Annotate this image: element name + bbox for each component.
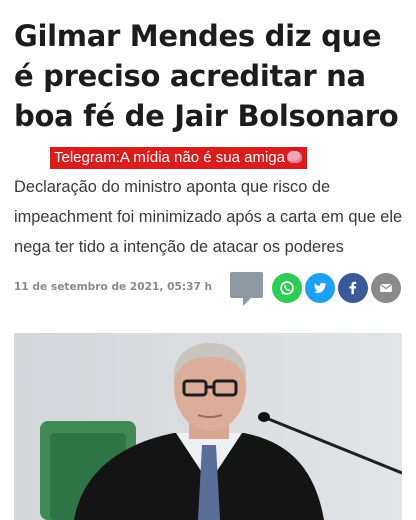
email-icon [380, 283, 392, 293]
article-headline: Gilmar Mendes diz que é preciso acredita… [14, 19, 399, 133]
facebook-share-button[interactable] [338, 273, 368, 303]
article-dateline: 11 de setembro de 2021, 05:37 h [14, 281, 213, 293]
twitter-share-button[interactable] [305, 273, 335, 303]
article-subtitle: Declaração do ministro aponta que risco … [14, 178, 403, 256]
comment-icon[interactable] [230, 272, 263, 306]
article-photo-illustration [14, 333, 402, 520]
whatsapp-icon [280, 281, 294, 295]
twitter-icon [313, 282, 327, 293]
telegram-banner-text: Telegram:A mídia não é sua amiga [54, 149, 285, 166]
facebook-icon [349, 281, 357, 295]
email-share-button[interactable] [371, 273, 401, 303]
article-photo [14, 333, 402, 520]
telegram-banner[interactable]: Telegram:A mídia não é sua amiga [50, 147, 307, 169]
whatsapp-share-button[interactable] [272, 273, 302, 303]
brain-icon [286, 151, 302, 163]
